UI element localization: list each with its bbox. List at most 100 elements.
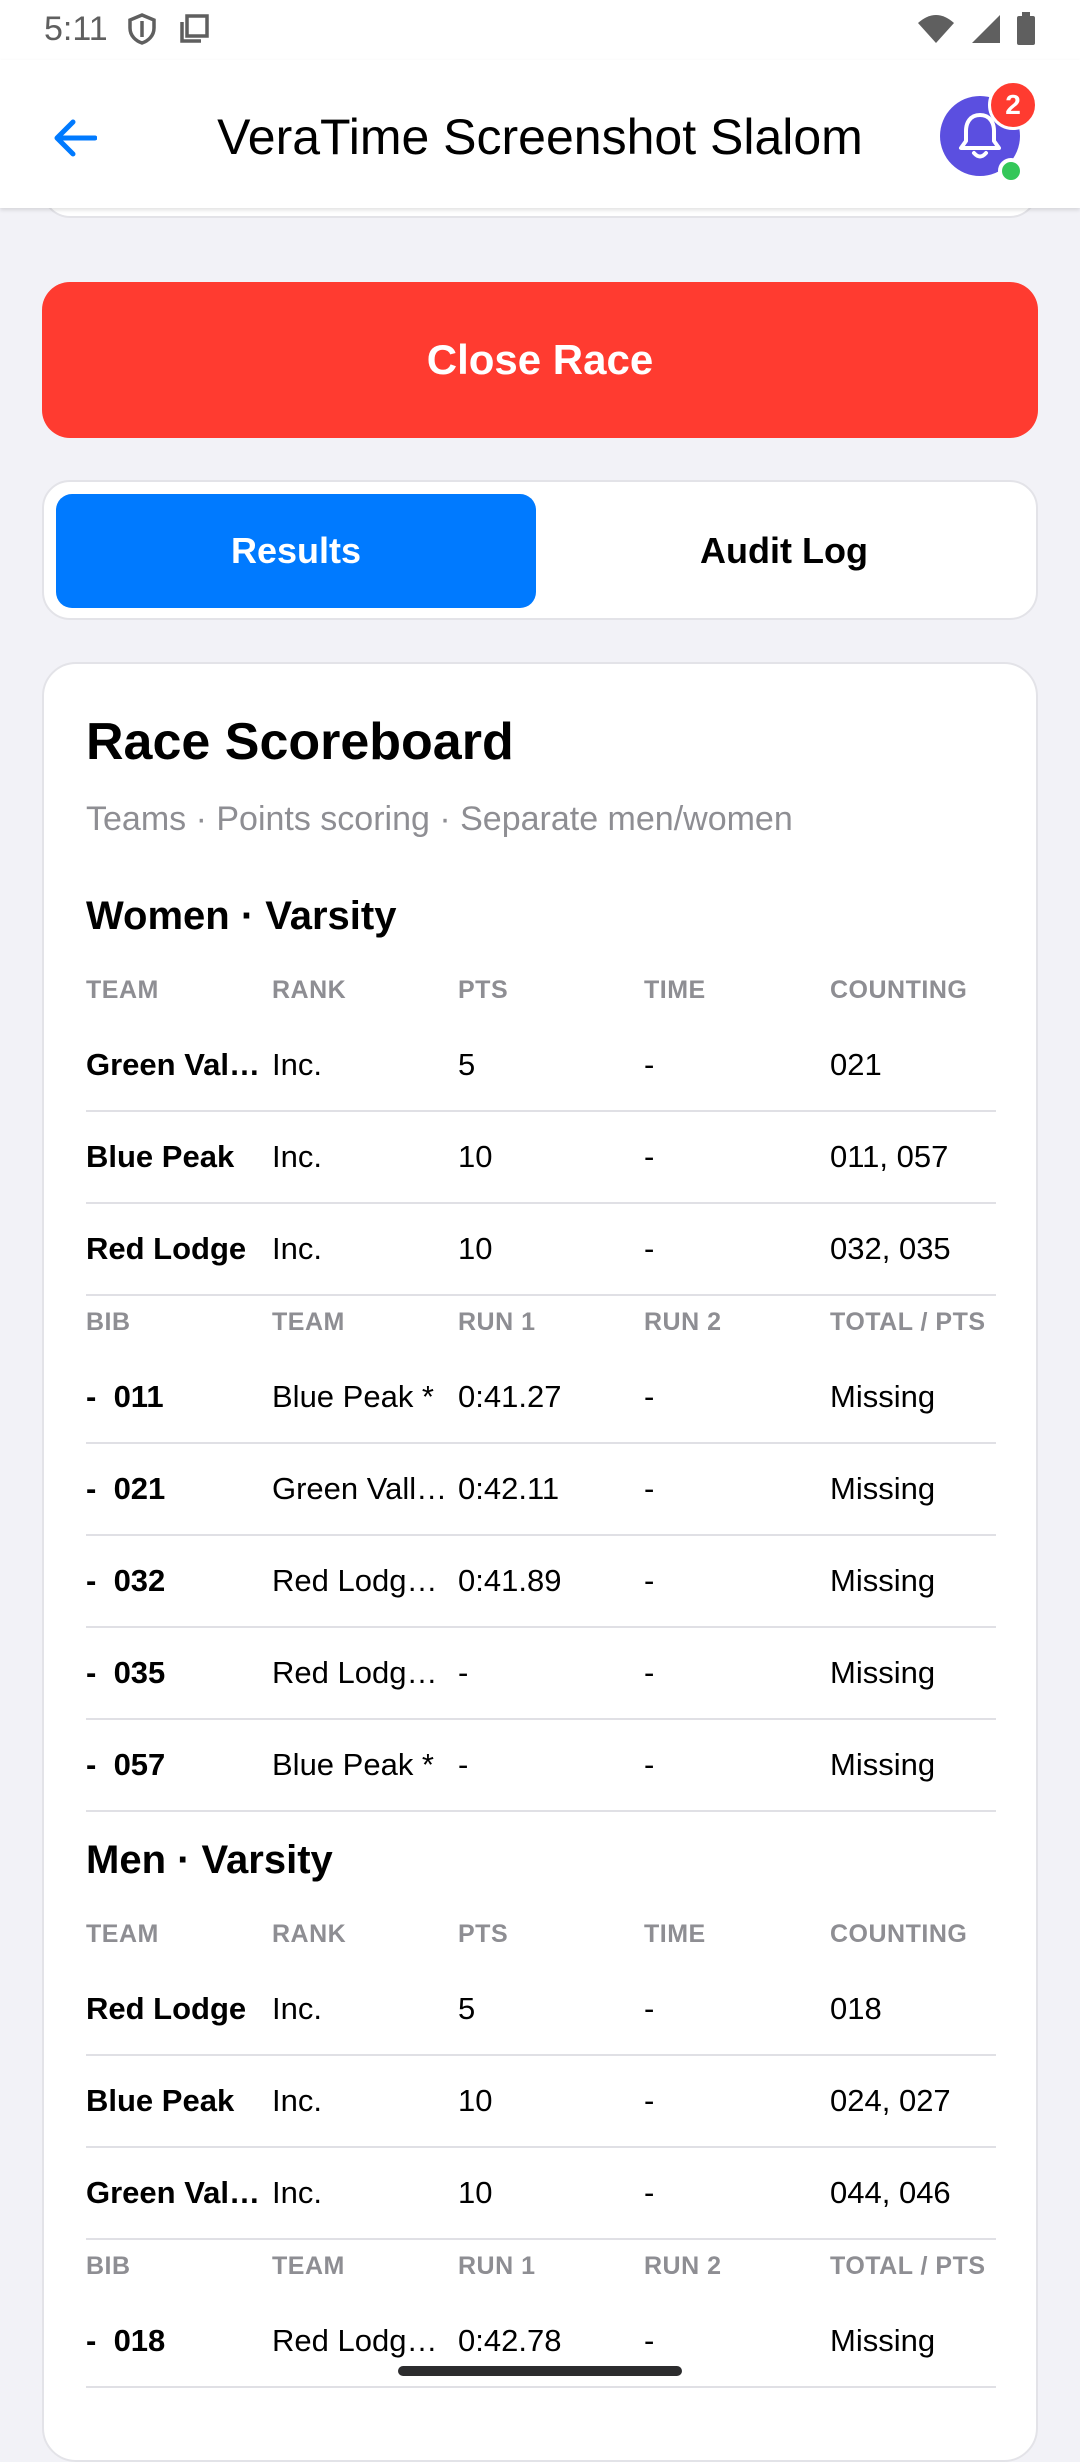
- team-points: 5: [458, 1991, 476, 2026]
- bib-row[interactable]: - 011 Blue Peak * 0:41.27 - Missing: [86, 1352, 996, 1444]
- battery-icon: [1017, 12, 1035, 45]
- bib-run-2: -: [644, 1747, 655, 1782]
- men-varsity-heading: Men · Varsity: [86, 1838, 333, 1882]
- shield-icon: [128, 13, 156, 45]
- women-varsity-heading: Women · Varsity: [86, 894, 397, 938]
- tab-audit-log[interactable]: Audit Log: [544, 494, 1024, 608]
- header-team: TEAM: [86, 976, 159, 1004]
- bib-row[interactable]: - 032 Red Lodg… 0:41.89 - Missing: [86, 1536, 996, 1628]
- team-counting: 032, 035: [830, 1231, 951, 1266]
- men-team-table: TEAM RANK PTS TIME COUNTING Red Lodge In…: [86, 1908, 996, 2388]
- team-name: Blue Peak: [86, 1139, 235, 1174]
- team-time: -: [644, 1047, 655, 1082]
- team-name: Red Lodge: [86, 1231, 247, 1266]
- bib-table-header: BIB TEAM RUN 1 RUN 2 TOTAL / PTS: [86, 2240, 996, 2296]
- bib-row[interactable]: - 035 Red Lodg… - - Missing: [86, 1628, 996, 1720]
- status-bar: 5:11: [0, 0, 1080, 60]
- team-counting: 021: [830, 1047, 882, 1082]
- bib-run-2: -: [644, 1379, 655, 1414]
- bib-total: Missing: [830, 1655, 936, 1690]
- team-points: 10: [458, 2083, 493, 2118]
- signal-icon: [972, 15, 1000, 43]
- header-team: TEAM: [272, 1308, 345, 1336]
- online-status-dot: [998, 158, 1024, 184]
- notifications-button[interactable]: 2: [940, 80, 1038, 184]
- team-points: 10: [458, 1139, 493, 1174]
- team-counting: 044, 046: [830, 2175, 951, 2210]
- team-points: 10: [458, 2175, 493, 2210]
- close-race-button[interactable]: Close Race: [42, 282, 1038, 438]
- bib-number: - 011: [86, 1379, 164, 1414]
- team-rank: Inc.: [272, 1139, 322, 1174]
- header-rank: RANK: [272, 976, 347, 1004]
- women-team-table: TEAM RANK PTS TIME COUNTING Green Val… I…: [86, 964, 996, 1812]
- bib-number: - 021: [86, 1471, 166, 1506]
- team-time: -: [644, 1991, 655, 2026]
- bib-team: Red Lodg…: [272, 1655, 438, 1690]
- bib-table-header: BIB TEAM RUN 1 RUN 2 TOTAL / PTS: [86, 1296, 996, 1352]
- bib-run-2: -: [644, 1471, 655, 1506]
- bib-team: Blue Peak *: [272, 1747, 434, 1782]
- header-run-1: RUN 1: [458, 1308, 536, 1336]
- header-pts: PTS: [458, 1920, 509, 1948]
- team-points: 5: [458, 1047, 476, 1082]
- bib-total: Missing: [830, 2323, 936, 2358]
- team-name: Blue Peak: [86, 2083, 235, 2118]
- team-counting: 011, 057: [830, 1139, 949, 1174]
- header-counting: COUNTING: [830, 1920, 968, 1948]
- tab-results[interactable]: Results: [56, 494, 536, 608]
- bib-run-1: -: [458, 1747, 469, 1782]
- team-row[interactable]: Blue Peak Inc. 10 - 011, 057: [86, 1112, 996, 1204]
- page-title: VeraTime Screenshot Slalom: [217, 109, 863, 165]
- team-row[interactable]: Green Val… Inc. 5 - 021: [86, 1020, 996, 1112]
- bib-total: Missing: [830, 1379, 936, 1414]
- header-time: TIME: [644, 976, 706, 1004]
- team-row[interactable]: Red Lodge Inc. 5 - 018: [86, 1964, 996, 2056]
- scoreboard-title: Race Scoreboard: [86, 713, 514, 771]
- team-row[interactable]: Green Val… Inc. 10 - 044, 046: [86, 2148, 996, 2240]
- bib-run-1: 0:42.11: [458, 1471, 560, 1506]
- team-name: Green Val…: [86, 1047, 261, 1082]
- header-rank: RANK: [272, 1920, 347, 1948]
- notification-badge: 2: [988, 80, 1038, 130]
- team-name: Red Lodge: [86, 1991, 247, 2026]
- bib-row[interactable]: - 057 Blue Peak * - - Missing: [86, 1720, 996, 1812]
- team-time: -: [644, 2175, 655, 2210]
- bib-run-2: -: [644, 1655, 655, 1690]
- team-time: -: [644, 1231, 655, 1266]
- team-row[interactable]: Blue Peak Inc. 10 - 024, 027: [86, 2056, 996, 2148]
- header-total-pts: TOTAL / PTS: [830, 2252, 986, 2280]
- home-indicator[interactable]: [398, 2366, 682, 2376]
- bib-run-1: 0:41.89: [458, 1563, 562, 1598]
- bib-total: Missing: [830, 1471, 936, 1506]
- team-rank: Inc.: [272, 1231, 322, 1266]
- team-rank: Inc.: [272, 2175, 322, 2210]
- status-time: 5:11: [44, 10, 108, 48]
- app-bar: VeraTime Screenshot Slalom 2: [0, 60, 1080, 208]
- team-row[interactable]: Red Lodge Inc. 10 - 032, 035: [86, 1204, 996, 1296]
- bib-run-1: -: [458, 1655, 469, 1690]
- bib-total: Missing: [830, 1563, 936, 1598]
- bib-number: - 035: [86, 1655, 166, 1690]
- bib-team: Red Lodg…: [272, 1563, 438, 1598]
- bib-team: Blue Peak *: [272, 1379, 434, 1414]
- bib-run-1: 0:41.27: [458, 1379, 562, 1414]
- team-table-header: TEAM RANK PTS TIME COUNTING: [86, 964, 996, 1020]
- bib-team: Green Vall…: [272, 1471, 448, 1506]
- bib-row[interactable]: - 021 Green Vall… 0:42.11 - Missing: [86, 1444, 996, 1536]
- bib-number: - 018: [86, 2323, 166, 2358]
- wifi-icon: [918, 15, 954, 43]
- view-tabs: Results Audit Log: [42, 480, 1038, 620]
- bib-number: - 032: [86, 1563, 166, 1598]
- header-total-pts: TOTAL / PTS: [830, 1308, 986, 1336]
- copy-icon: [180, 14, 209, 43]
- team-time: -: [644, 2083, 655, 2118]
- header-pts: PTS: [458, 976, 509, 1004]
- bib-total: Missing: [830, 1747, 936, 1782]
- bib-run-2: -: [644, 1563, 655, 1598]
- header-bib: BIB: [86, 1308, 131, 1336]
- team-time: -: [644, 1139, 655, 1174]
- bib-number: - 057: [86, 1747, 166, 1782]
- team-counting: 024, 027: [830, 2083, 951, 2118]
- header-time: TIME: [644, 1920, 706, 1948]
